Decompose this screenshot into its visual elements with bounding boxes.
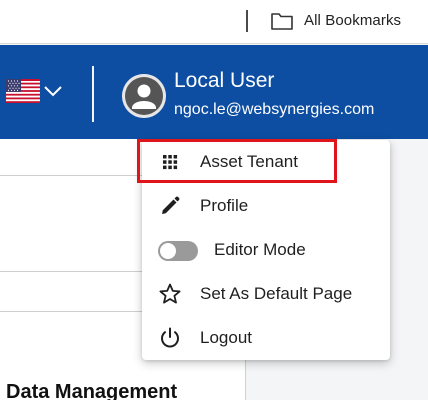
user-avatar-icon [122, 74, 166, 118]
star-outline-icon [159, 283, 181, 304]
power-icon [161, 327, 179, 348]
browser-bookmarks-bar: All Bookmarks [0, 0, 428, 44]
menu-item-asset-tenant[interactable]: Asset Tenant [142, 140, 390, 184]
folder-icon[interactable] [270, 10, 294, 32]
avatar[interactable] [122, 74, 166, 118]
user-name[interactable]: Local User [174, 69, 274, 93]
menu-item-label: Editor Mode [214, 240, 306, 259]
menu-item-label: Logout [200, 328, 252, 347]
app-header: Local User ngoc.le@websynergies.com [0, 45, 428, 139]
menu-item-set-default-page[interactable]: Set As Default Page [142, 272, 390, 316]
user-dropdown-menu: Asset Tenant Profile Editor Mode Set As … [142, 140, 390, 360]
editor-mode-toggle[interactable] [158, 241, 198, 261]
menu-item-label: Profile [200, 196, 249, 215]
toggle-knob [160, 243, 176, 259]
us-flag-icon [6, 79, 40, 103]
section-heading: Data Management [6, 381, 178, 400]
menu-item-logout[interactable]: Logout [142, 316, 390, 360]
all-bookmarks-link[interactable]: All Bookmarks [304, 12, 401, 29]
chevron-down-icon [44, 86, 62, 97]
menu-item-editor-mode[interactable]: Editor Mode [142, 228, 390, 272]
language-selector[interactable] [6, 78, 68, 104]
user-email: ngoc.le@websynergies.com [174, 101, 375, 118]
menu-item-profile[interactable]: Profile [142, 184, 390, 228]
grid-icon [163, 155, 178, 170]
menu-item-label: Asset Tenant [200, 152, 298, 171]
header-divider [92, 66, 94, 122]
menu-item-label: Set As Default Page [200, 284, 353, 303]
bookmarks-divider [246, 10, 248, 32]
pencil-icon [162, 196, 180, 214]
